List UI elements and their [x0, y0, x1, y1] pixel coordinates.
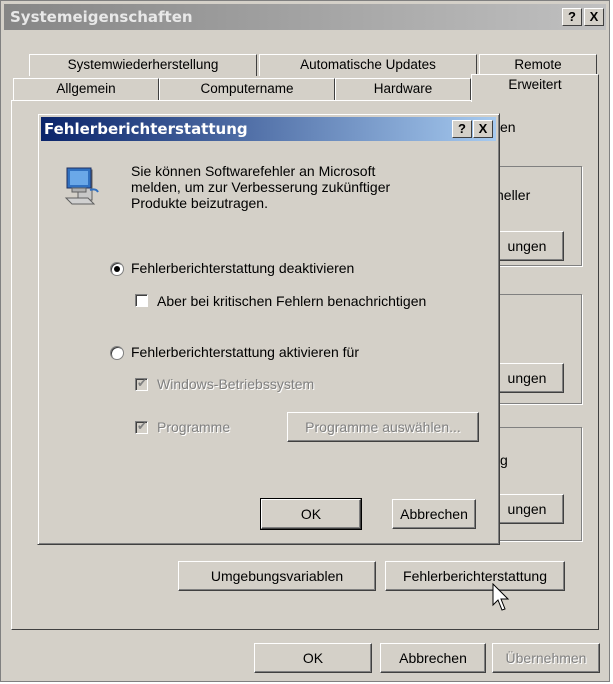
outer-close-button[interactable]: X — [584, 8, 604, 26]
enable-reporting-label[interactable]: Fehlerberichterstattung aktivieren für — [131, 344, 359, 360]
programs-label[interactable]: Programme — [157, 419, 230, 435]
tab-systemwiederherstellung[interactable]: Systemwiederherstellung — [29, 54, 257, 76]
tab-automatische-updates[interactable]: Automatische Updates — [259, 54, 477, 76]
outer-help-button[interactable]: ? — [562, 8, 582, 26]
tab-hardware[interactable]: Hardware — [335, 78, 471, 100]
info-line-2: melden, um zur Verbesserung zukünftiger — [131, 179, 391, 195]
select-programs-button[interactable]: Programme auswählen... — [287, 412, 479, 442]
tab-remote[interactable]: Remote — [479, 54, 597, 76]
critical-errors-label[interactable]: Aber bei kritischen Fehlern benachrichti… — [157, 293, 426, 309]
disable-reporting-radio[interactable] — [110, 262, 124, 276]
startup-settings-button[interactable]: ungen — [490, 494, 564, 524]
info-line-3: Produkte beizutragen. — [131, 195, 268, 211]
profiles-settings-button[interactable]: ungen — [490, 363, 564, 393]
cancel-button[interactable]: Abbrechen — [380, 643, 486, 673]
error-reporting-dialog: Fehlerberichterstattung ? X Sie können S… — [37, 113, 500, 545]
info-line-1: Sie können Softwarefehler an Microsoft — [131, 163, 376, 179]
partial-text-1: en — [500, 119, 516, 135]
environment-variables-button[interactable]: Umgebungsvariablen — [178, 561, 376, 591]
tab-allgemein[interactable]: Allgemein — [13, 78, 159, 100]
dialog-help-button[interactable]: ? — [452, 120, 472, 138]
outer-title: Systemeigenschaften — [10, 8, 193, 26]
partial-text-3: g — [500, 452, 508, 468]
windows-os-checkbox[interactable]: ✔ — [135, 376, 148, 391]
computer-icon — [64, 164, 104, 206]
enable-reporting-radio[interactable] — [110, 346, 124, 360]
dialog-titlebar[interactable]: Fehlerberichterstattung ? X — [41, 117, 496, 141]
dialog-close-button[interactable]: X — [473, 120, 493, 138]
outer-titlebar[interactable]: Systemeigenschaften ? X — [4, 4, 606, 30]
ok-button[interactable]: OK — [254, 643, 372, 673]
dialog-ok-button[interactable]: OK — [260, 498, 362, 530]
critical-errors-checkbox[interactable] — [135, 294, 148, 307]
performance-settings-button[interactable]: ungen — [490, 231, 564, 261]
partial-text-2: neller — [496, 187, 531, 203]
disable-reporting-label[interactable]: Fehlerberichterstattung deaktivieren — [131, 260, 354, 276]
error-reporting-button[interactable]: Fehlerberichterstattung — [385, 561, 565, 591]
tab-erweitert[interactable]: Erweitert — [471, 74, 599, 102]
mouse-pointer-icon — [492, 582, 512, 613]
tab-computername[interactable]: Computername — [159, 78, 335, 100]
dialog-title: Fehlerberichterstattung — [44, 120, 248, 138]
dialog-cancel-button[interactable]: Abbrechen — [392, 499, 476, 529]
apply-button[interactable]: Übernehmen — [492, 643, 600, 673]
programs-checkbox[interactable]: ✔ — [135, 419, 148, 434]
windows-os-label[interactable]: Windows-Betriebssystem — [157, 376, 314, 392]
